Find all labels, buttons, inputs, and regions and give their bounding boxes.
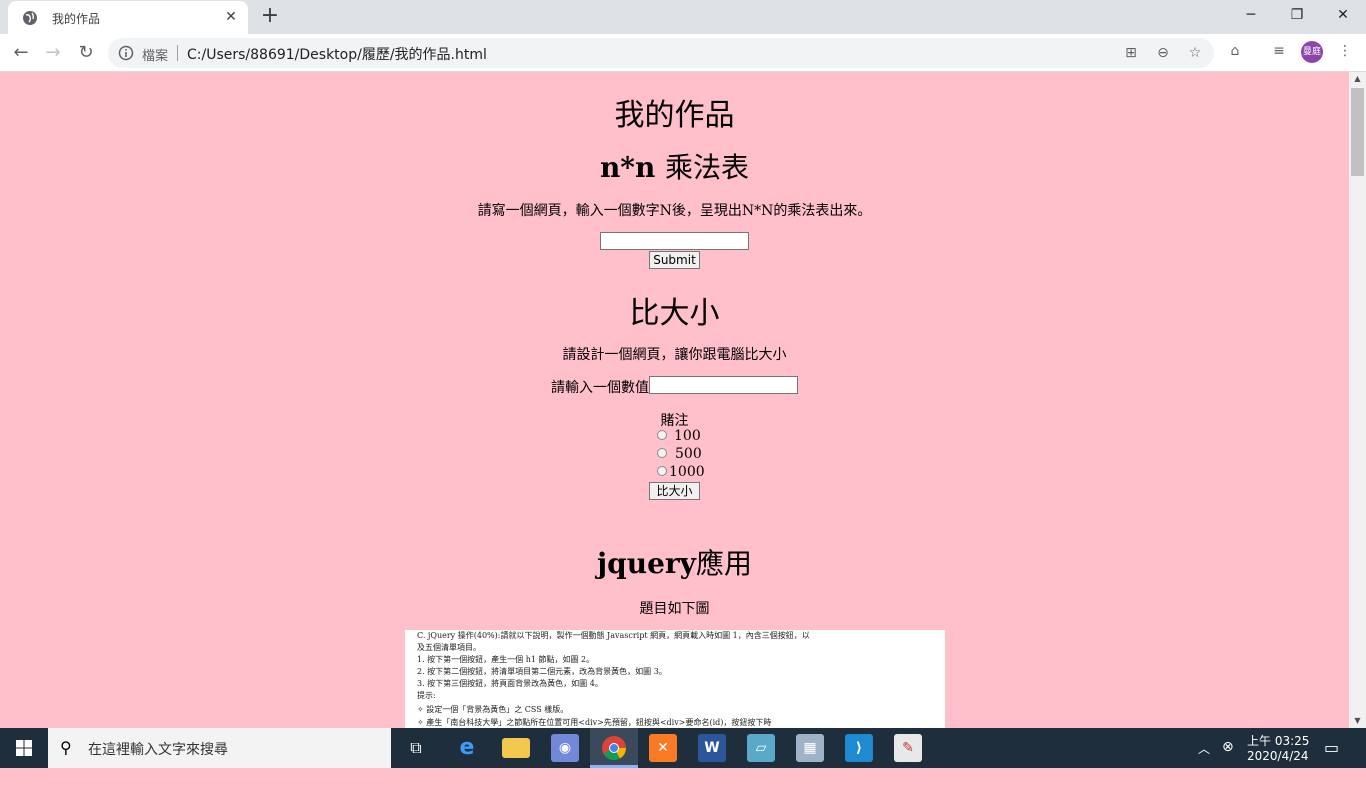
- section3-heading-cjk: 應用: [695, 547, 752, 580]
- number-input-label: 請輸入一個數值: [551, 380, 649, 396]
- taskbar-search[interactable]: ⚲ 在這裡輸入文字來搜尋: [48, 728, 391, 768]
- scroll-down-arrow-icon[interactable]: ▼: [1349, 714, 1366, 728]
- scrollbar-thumb[interactable]: [1351, 88, 1364, 176]
- page-title: 我的作品: [614, 98, 735, 133]
- media-control-icon[interactable]: ≡: [1270, 42, 1288, 60]
- url-text[interactable]: C:/Users/88691/Desktop/履歷/我的作品.html: [187, 44, 487, 64]
- browser-toolbar: ← → ↻ 檔案 C:/Users/88691/Desktop/履歷/我的作品.…: [0, 34, 1366, 72]
- tab-strip: 我的作品 ✕ + ─ ❐ ✕: [0, 0, 1366, 34]
- notification-center-icon[interactable]: ▭: [1324, 738, 1339, 778]
- globe-icon: [23, 11, 37, 25]
- paint-icon[interactable]: ✎: [894, 734, 922, 762]
- page-content: 我的作品 n*n 乘法表 請寫一個網頁，輸入一個數字N後，呈現出N*N的乘法表出…: [0, 72, 1349, 728]
- close-window-button[interactable]: ✕: [1320, 0, 1366, 30]
- translate-icon[interactable]: ⊞: [1122, 44, 1140, 62]
- tab-title: 我的作品: [52, 12, 101, 26]
- show-hidden-icons-icon[interactable]: ︿: [1198, 740, 1210, 780]
- section2-description: 請設計一個網頁，讓你跟電腦比大小: [562, 347, 787, 363]
- search-icon: ⚲: [60, 738, 72, 757]
- xampp-icon[interactable]: ✕: [649, 734, 677, 762]
- menu-icon[interactable]: ⋮: [1336, 42, 1354, 60]
- info-icon[interactable]: [118, 45, 134, 61]
- compare-button[interactable]: 比大小: [649, 482, 700, 500]
- separator: [177, 45, 178, 61]
- image-line: 提示:: [417, 691, 436, 700]
- section1-heading-cjk: 乘法表: [665, 151, 750, 184]
- edge-icon[interactable]: e: [453, 734, 481, 762]
- guess-input[interactable]: [649, 376, 798, 394]
- section3-description: 題目如下圖: [639, 601, 710, 617]
- profile-avatar[interactable]: 曼庭: [1301, 41, 1323, 63]
- windows-logo-icon: [16, 740, 32, 756]
- task-view-icon[interactable]: ⧉: [402, 734, 430, 762]
- browser-tab[interactable]: 我的作品 ✕: [8, 1, 248, 34]
- bet-option-500: 500: [675, 446, 702, 462]
- image-line: C. jQuery 操作(40%):請就以下說明，製作一個動態 Javascri…: [417, 631, 810, 640]
- vertical-scrollbar[interactable]: ▲ ▼: [1349, 72, 1366, 728]
- close-tab-icon[interactable]: ✕: [222, 8, 240, 26]
- network-disconnected-icon[interactable]: ⊗: [1222, 739, 1234, 779]
- image-line: ✧ 產生「南台科技大學」之節點所在位置可用<div>先預留，鈕按與<div>要命…: [417, 718, 772, 727]
- image-line: 3. 按下第三個按鈕，將頁面背景改為黃色，如圖 4。: [417, 679, 603, 688]
- address-bar[interactable]: 檔案 C:/Users/88691/Desktop/履歷/我的作品.html ⊞…: [108, 38, 1214, 68]
- discord-icon[interactable]: ◉: [551, 734, 579, 762]
- section3-heading: jquery應用: [0, 542, 1349, 582]
- image-line: 1. 按下第一個按鈕，產生一個 h1 節點，如圖 2。: [417, 655, 595, 664]
- back-button[interactable]: ←: [8, 40, 34, 66]
- file-explorer-icon[interactable]: [502, 738, 530, 758]
- submit-button[interactable]: Submit: [649, 251, 700, 269]
- number-input[interactable]: [600, 232, 749, 250]
- image-line: 2. 按下第二個按鈕，將清單項目第二個元素，改為背景黃色，如圖 3。: [417, 667, 667, 676]
- scheme-label: 檔案: [142, 49, 169, 64]
- section1-description: 請寫一個網頁，輸入一個數字N後，呈現出N*N的乘法表出來。: [477, 203, 872, 219]
- bet-label: 賭注: [660, 413, 689, 429]
- image-line: 及五個清單項目。: [417, 643, 481, 652]
- bet-radio-100[interactable]: [657, 430, 667, 440]
- new-tab-button[interactable]: +: [258, 5, 282, 29]
- notebook-app-icon[interactable]: ▱: [747, 734, 775, 762]
- search-placeholder: 在這裡輸入文字來搜尋: [88, 742, 228, 758]
- reload-button[interactable]: ↻: [73, 40, 99, 66]
- minimize-button[interactable]: ─: [1228, 0, 1274, 30]
- star-bookmark-icon[interactable]: ☆: [1186, 44, 1204, 62]
- bet-option-100: 100: [674, 428, 701, 444]
- section2-heading: 比大小: [629, 296, 720, 331]
- section3-heading-latin: jquery: [597, 547, 696, 580]
- bet-radio-1000[interactable]: [657, 466, 667, 476]
- bet-radio-500[interactable]: [657, 448, 667, 458]
- extension-icon[interactable]: ⌂: [1226, 42, 1244, 60]
- start-button[interactable]: [0, 728, 48, 768]
- photo-viewer-icon[interactable]: ▦: [796, 734, 824, 762]
- bet-option-1000: 1000: [669, 464, 705, 480]
- zoom-icon[interactable]: ⊖: [1154, 44, 1172, 62]
- section1-heading-latin: n*n: [599, 151, 656, 184]
- restore-button[interactable]: ❐: [1274, 0, 1320, 30]
- assignment-image: C. jQuery 操作(40%):請就以下說明，製作一個動態 Javascri…: [405, 630, 945, 728]
- scroll-up-arrow-icon[interactable]: ▲: [1349, 72, 1366, 86]
- clock-date[interactable]: 2020/4/24: [1247, 749, 1309, 789]
- chrome-icon[interactable]: [601, 735, 627, 761]
- word-icon[interactable]: W: [698, 734, 726, 762]
- windows-taskbar: ⚲ 在這裡輸入文字來搜尋 ⧉ e ◉ ✕ W ▱ ▦ ⟩ ✎ ︿ ⊗ 上午 03…: [0, 728, 1366, 768]
- forward-button[interactable]: →: [40, 40, 66, 66]
- image-line: ✧ 設定一個「背景為黃色」之 CSS 樣版。: [417, 705, 569, 714]
- section1-heading: n*n 乘法表: [0, 146, 1349, 186]
- vscode-icon[interactable]: ⟩: [845, 734, 873, 762]
